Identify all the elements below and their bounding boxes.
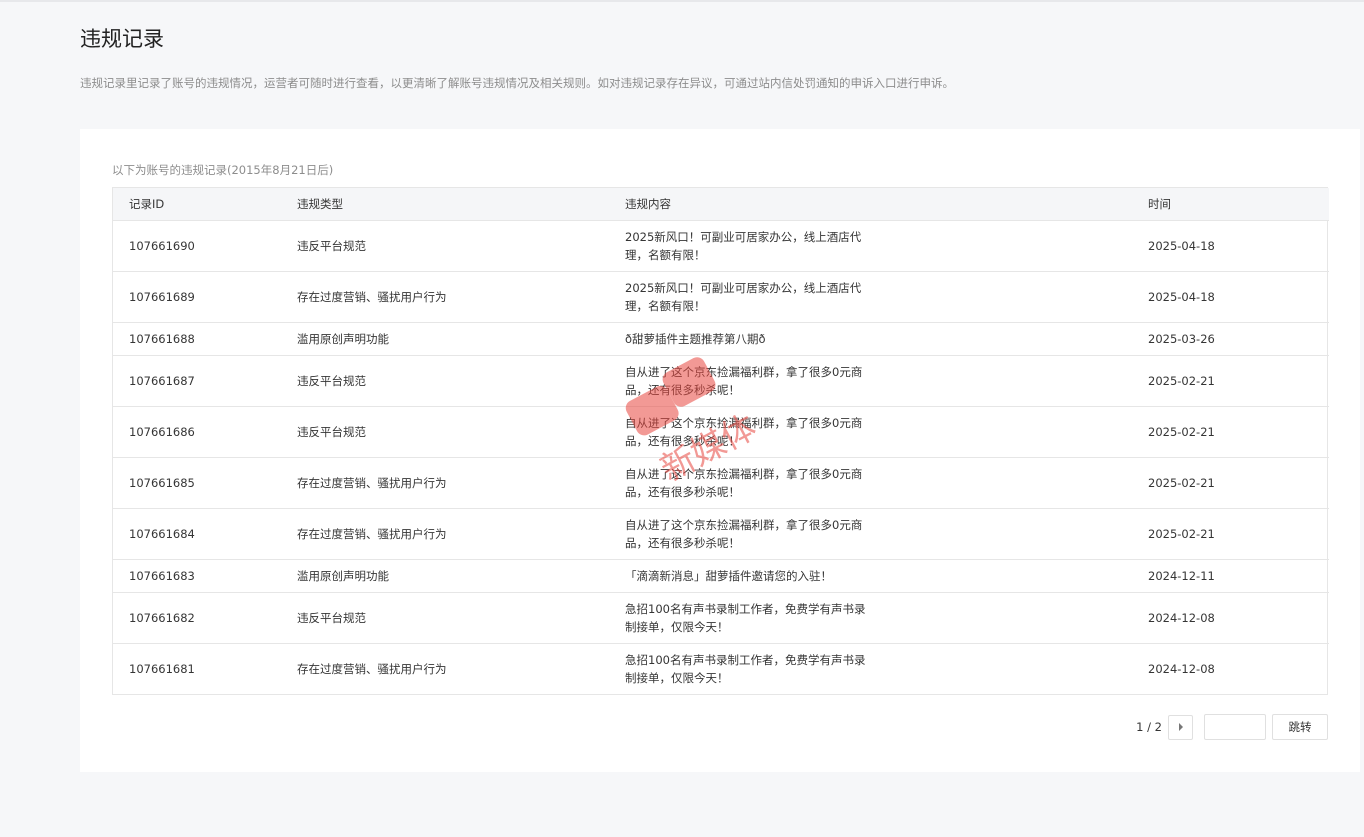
page-title: 违规记录: [80, 27, 164, 51]
page-indicator: 1 / 2: [1136, 720, 1162, 734]
record-content: 自从进了这个京东捡漏福利群，拿了很多0元商品，还有很多秒杀呢！: [625, 517, 863, 550]
record-id: 107661686: [113, 406, 281, 458]
table-row: 107661681 存在过度营销、骚扰用户行为 急招100名有声书录制工作者，免…: [113, 643, 1329, 694]
column-header-date: 时间: [1132, 188, 1329, 221]
record-content: 自从进了这个京东捡漏福利群，拿了很多0元商品，还有很多秒杀呢！: [625, 466, 863, 499]
record-id: 107661690: [113, 220, 281, 272]
table-row: 107661688 滥用原创声明功能 ð甜萝插件主题推荐第八期ð 2025-03…: [113, 322, 1329, 356]
record-date: 2025-04-18: [1132, 271, 1329, 323]
column-header-content: 违规内容: [609, 188, 1132, 221]
record-date: 2024-12-11: [1132, 559, 1329, 593]
table-row: 107661685 存在过度营销、骚扰用户行为 自从进了这个京东捡漏福利群，拿了…: [113, 457, 1329, 509]
record-type: 违反平台规范: [281, 406, 609, 458]
record-date: 2024-12-08: [1132, 592, 1329, 644]
table-header-row: 记录ID 违规类型 违规内容 时间: [113, 188, 1329, 221]
table-row: 107661689 存在过度营销、骚扰用户行为 2025新风口！可副业可居家办公…: [113, 271, 1329, 323]
records-table: 记录ID 违规类型 违规内容 时间 107661690 违反平台规范 2025新…: [112, 187, 1329, 695]
record-id: 107661688: [113, 322, 281, 356]
record-content: 「滴滴新消息」甜萝插件邀请您的入驻！: [625, 568, 832, 583]
record-date: 2025-02-21: [1132, 457, 1329, 509]
record-type: 存在过度营销、骚扰用户行为: [281, 271, 609, 323]
record-id: 107661687: [113, 355, 281, 407]
record-content: ð甜萝插件主题推荐第八期ð: [625, 331, 766, 346]
record-content: 自从进了这个京东捡漏福利群，拿了很多0元商品，还有很多秒杀呢！: [625, 364, 863, 397]
record-date: 2025-02-21: [1132, 355, 1329, 407]
records-card: 以下为账号的违规记录(2015年8月21日后) 记录ID 违规类型 违规内容 时…: [80, 129, 1360, 772]
column-header-id: 记录ID: [113, 188, 281, 221]
chevron-right-icon: [1178, 723, 1183, 731]
table-row: 107661687 违反平台规范 自从进了这个京东捡漏福利群，拿了很多0元商品，…: [113, 355, 1329, 407]
table-row: 107661683 滥用原创声明功能 「滴滴新消息」甜萝插件邀请您的入驻！ 20…: [113, 559, 1329, 593]
record-id: 107661689: [113, 271, 281, 323]
record-type: 存在过度营销、骚扰用户行为: [297, 661, 447, 676]
page-description: 违规记录里记录了账号的违规情况，运营者可随时进行查看，以更清晰了解账号违规情况及…: [80, 76, 954, 90]
record-content: 2025新风口！可副业可居家办公，线上酒店代理，名额有限！: [625, 229, 862, 262]
record-date: 2025-03-26: [1132, 322, 1329, 356]
record-id: 107661684: [113, 508, 281, 560]
record-id: 107661681: [129, 661, 195, 676]
record-content: 急招100名有声书录制工作者，免费学有声书录制接单，仅限今天！: [625, 652, 866, 685]
record-id: 107661683: [113, 559, 281, 593]
table-row: 107661690 违反平台规范 2025新风口！可副业可居家办公，线上酒店代理…: [113, 220, 1329, 272]
record-type: 滥用原创声明功能: [281, 322, 609, 356]
record-date: 2024-12-08: [1148, 661, 1215, 676]
record-content: 急招100名有声书录制工作者，免费学有声书录制接单，仅限今天！: [625, 601, 866, 634]
record-type: 存在过度营销、骚扰用户行为: [281, 508, 609, 560]
record-content: 自从进了这个京东捡漏福利群，拿了很多0元商品，还有很多秒杀呢！: [625, 415, 863, 448]
record-id: 107661685: [113, 457, 281, 509]
column-header-type: 违规类型: [281, 188, 609, 221]
table-row: 107661684 存在过度营销、骚扰用户行为 自从进了这个京东捡漏福利群，拿了…: [113, 508, 1329, 560]
table-row: 107661682 违反平台规范 急招100名有声书录制工作者，免费学有声书录制…: [113, 592, 1329, 644]
jump-button[interactable]: 跳转: [1272, 714, 1328, 740]
record-type: 存在过度营销、骚扰用户行为: [281, 457, 609, 509]
record-type: 违反平台规范: [281, 592, 609, 644]
top-divider: [0, 0, 1364, 2]
next-page-button[interactable]: [1168, 714, 1193, 740]
record-date: 2025-04-18: [1132, 220, 1329, 272]
record-content: 2025新风口！可副业可居家办公，线上酒店代理，名额有限！: [625, 280, 862, 313]
pagination: 1 / 2 跳转: [1136, 714, 1328, 740]
record-type: 滥用原创声明功能: [281, 559, 609, 593]
record-id: 107661682: [113, 592, 281, 644]
record-date: 2025-02-21: [1132, 508, 1329, 560]
record-type: 违反平台规范: [281, 220, 609, 272]
records-subtitle: 以下为账号的违规记录(2015年8月21日后): [112, 163, 334, 177]
record-type: 违反平台规范: [281, 355, 609, 407]
page-jump-input[interactable]: [1204, 714, 1266, 740]
record-date: 2025-02-21: [1132, 406, 1329, 458]
table-row: 107661686 违反平台规范 自从进了这个京东捡漏福利群，拿了很多0元商品，…: [113, 406, 1329, 458]
